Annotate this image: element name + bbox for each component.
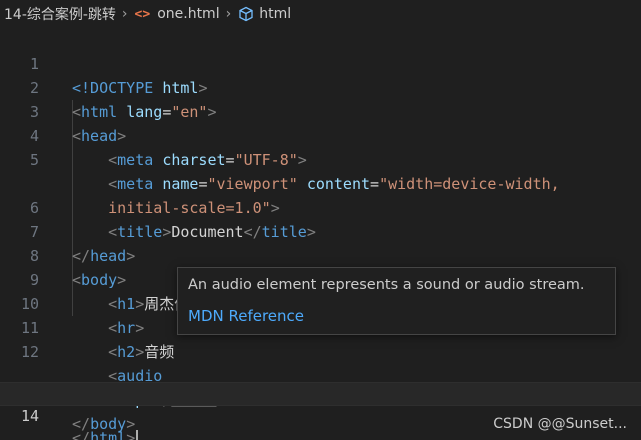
line-number-active: 14: [20, 407, 39, 425]
breadcrumb-folder[interactable]: 14-综合案例-跳转: [4, 4, 116, 24]
cube-symbol-icon: [239, 6, 253, 22]
punctuation: </: [72, 429, 91, 440]
code-line-current[interactable]: 14 </html>: [0, 382, 641, 440]
chevron-right-icon: ›: [225, 6, 232, 22]
code-line[interactable]: 8 <body>: [0, 220, 641, 289]
punctuation: >: [126, 429, 136, 440]
code-line[interactable]: 3 <head>: [0, 76, 641, 145]
chevron-right-icon: ›: [121, 6, 128, 22]
code-line[interactable]: 2 <html lang="en">: [0, 52, 641, 121]
code-editor[interactable]: 1 <!DOCTYPE html> 2 <html lang="en"> 3 <…: [0, 28, 641, 440]
code-line-wrapped[interactable]: initial-scale=1.0">: [0, 148, 641, 217]
code-line-wrapped[interactable]: loop></audio>: [0, 340, 641, 409]
breadcrumb: 14-综合案例-跳转 › <> one.html › html: [0, 0, 641, 28]
watermark: CSDN @@Sunset...: [493, 416, 627, 432]
code-line[interactable]: 9 <h1>周杰伦--晴天</h1>: [0, 244, 641, 313]
code-line[interactable]: 7 </head>: [0, 196, 641, 265]
code-line[interactable]: 5 <meta name="viewport" content="width=d…: [0, 124, 641, 193]
code-line[interactable]: 1 <!DOCTYPE html>: [0, 28, 641, 97]
code-line[interactable]: 4 <meta charset="UTF-8">: [0, 100, 641, 169]
code-line[interactable]: 6 <title>Document</title>: [0, 172, 641, 241]
tooltip-description: An audio element represents a sound or a…: [188, 277, 585, 293]
breadcrumb-symbol[interactable]: html: [259, 6, 291, 22]
html-file-icon: <>: [134, 6, 151, 22]
mdn-reference-link[interactable]: MDN Reference: [188, 305, 605, 327]
tag-name: html: [90, 429, 127, 440]
hover-tooltip: An audio element represents a sound or a…: [177, 267, 616, 335]
text-cursor: [136, 429, 139, 440]
breadcrumb-file[interactable]: one.html: [157, 6, 219, 22]
